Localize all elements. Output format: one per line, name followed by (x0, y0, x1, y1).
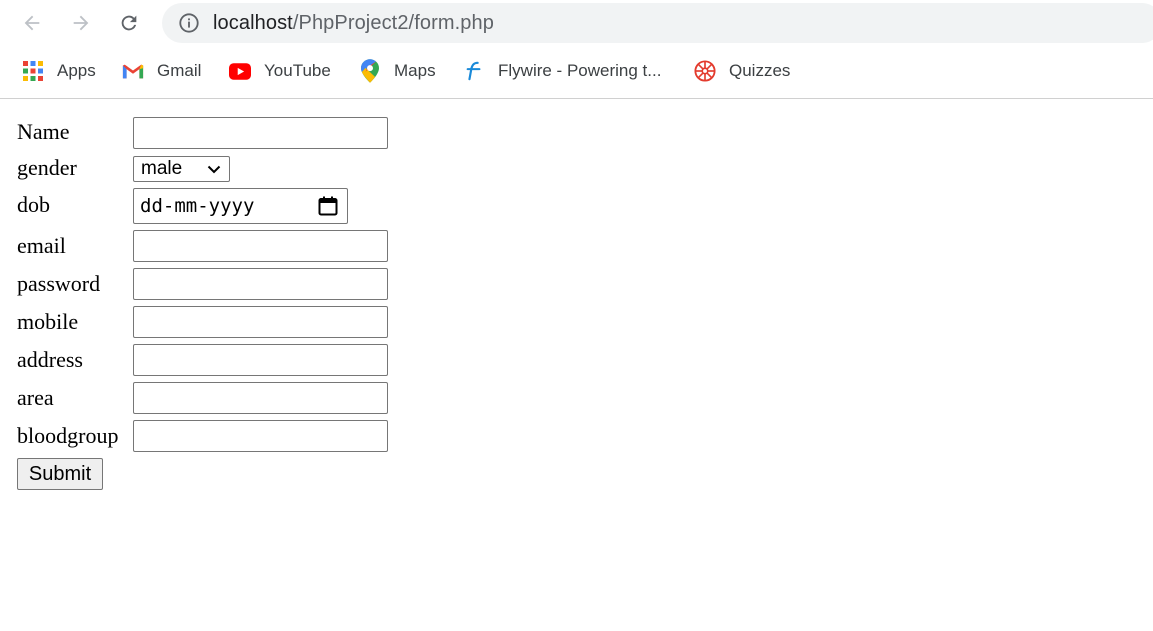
apps-grid-icon (22, 60, 44, 82)
forward-arrow-icon (73, 15, 89, 31)
url-path: /PhpProject2/form.php (292, 11, 494, 34)
bookmark-label: YouTube (264, 61, 331, 80)
bookmarks-bar: Apps Gmail YouTube Maps Flywire - Poweri… (0, 52, 1153, 90)
dob-date-input[interactable]: dd-mm-yyyy (133, 188, 348, 224)
area-label: area (17, 385, 54, 410)
address-label: address (17, 347, 83, 372)
email-input[interactable] (133, 230, 388, 262)
gmail-icon (122, 60, 144, 82)
youtube-icon (229, 60, 251, 82)
name-input[interactable] (133, 117, 388, 149)
dob-label: dob (17, 192, 50, 217)
bloodgroup-label: bloodgroup (17, 423, 119, 448)
reload-icon (121, 15, 137, 31)
back-arrow-icon (24, 15, 40, 31)
quizzes-icon (694, 60, 716, 82)
bookmark-label: Quizzes (729, 61, 791, 80)
forward-button[interactable] (64, 6, 98, 40)
mobile-input[interactable] (133, 306, 388, 338)
area-input[interactable] (133, 382, 388, 414)
reload-button[interactable] (112, 6, 146, 40)
bookmark-label: Flywire - Powering t... (498, 61, 662, 80)
bookmark-label: Gmail (157, 61, 202, 80)
submit-button[interactable]: Submit (17, 458, 103, 490)
back-button[interactable] (15, 6, 49, 40)
gender-select[interactable]: male (133, 156, 230, 182)
name-label: Name (17, 119, 70, 144)
mobile-label: mobile (17, 309, 79, 334)
address-bar[interactable]: localhost/PhpProject2/form.php (162, 3, 1153, 43)
email-label: email (17, 233, 66, 258)
bookmark-gmail[interactable]: Gmail (122, 56, 201, 86)
address-input[interactable] (133, 344, 388, 376)
bookmark-maps[interactable]: Maps (359, 56, 436, 86)
browser-toolbar: localhost/PhpProject2/form.php (0, 0, 1153, 46)
dob-placeholder: dd-mm-yyyy (140, 195, 255, 217)
bookmark-youtube[interactable]: YouTube (229, 56, 331, 86)
bloodgroup-input[interactable] (133, 420, 388, 452)
gender-label: gender (17, 155, 77, 180)
bookmark-apps[interactable]: Apps (22, 56, 96, 86)
bookmark-label: Apps (57, 61, 96, 80)
flywire-icon (463, 60, 485, 82)
site-info-icon[interactable] (178, 12, 200, 34)
bookmark-flywire[interactable]: Flywire - Powering t... (463, 56, 661, 86)
url-text[interactable]: localhost/PhpProject2/form.php (213, 12, 494, 35)
bookmark-label: Maps (394, 61, 436, 80)
gender-selected-value: male (141, 158, 183, 179)
chevron-down-icon (207, 162, 221, 176)
url-host: localhost (213, 11, 293, 34)
password-input[interactable] (133, 268, 388, 300)
toolbar-divider (0, 98, 1153, 99)
bookmark-quizzes[interactable]: Quizzes (694, 56, 790, 86)
password-label: password (17, 271, 101, 296)
maps-pin-icon (359, 59, 381, 83)
calendar-icon[interactable] (317, 195, 339, 217)
